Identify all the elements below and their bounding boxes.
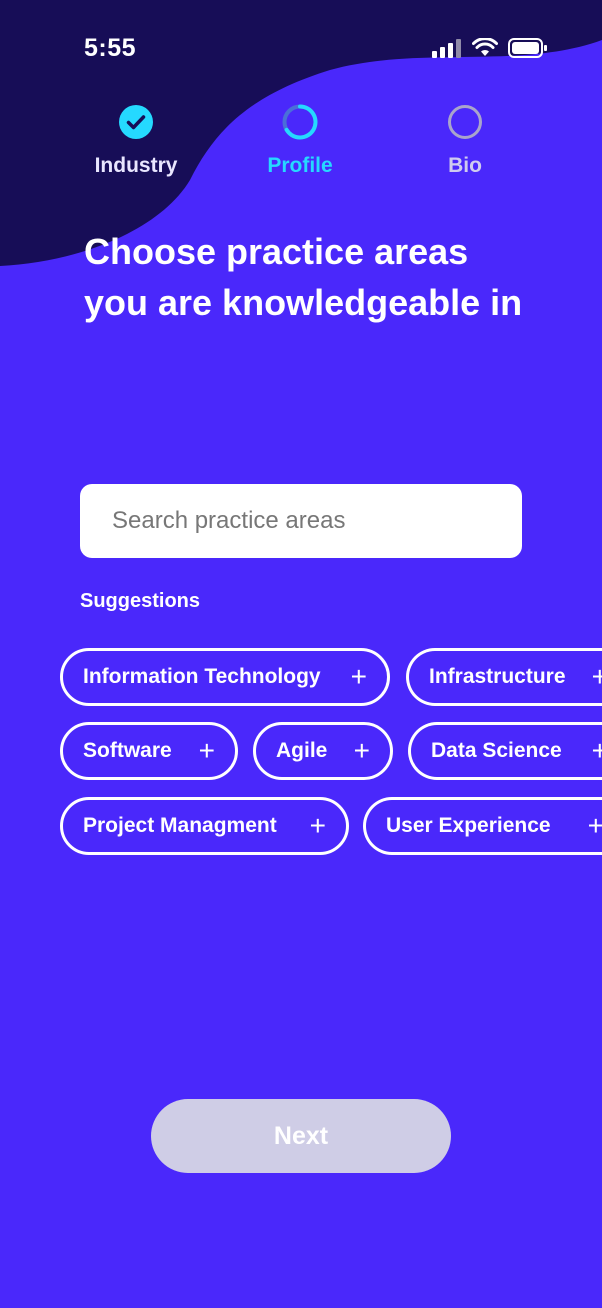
chip-label: Project Managment [83, 814, 277, 837]
plus-icon: + [591, 661, 602, 692]
suggestions-label: Suggestions [80, 590, 201, 612]
next-button[interactable]: Next [151, 1099, 451, 1173]
wifi-icon [472, 38, 498, 56]
step-industry[interactable]: Industry [76, 104, 196, 178]
progress-ring-icon [282, 104, 318, 140]
chip-data-science[interactable]: Data Science + [408, 722, 602, 780]
step-label: Bio [448, 154, 482, 177]
chip-label: Data Science [431, 739, 562, 762]
empty-circle-icon [447, 104, 483, 140]
chip-project-managment[interactable]: Project Managment + [60, 797, 349, 855]
step-label: Profile [267, 154, 333, 177]
signal-icon [432, 39, 461, 58]
page-title: Choose practice areas you are knowledgea… [84, 231, 523, 323]
status-time: 5:55 [84, 34, 137, 62]
step-label: Industry [94, 154, 178, 177]
chip-agile[interactable]: Agile + [253, 722, 393, 780]
chip-label: Software [83, 739, 172, 762]
plus-icon: + [309, 810, 326, 841]
search-input[interactable] [110, 506, 522, 536]
plus-icon: + [350, 661, 367, 692]
chip-infrastructure[interactable]: Infrastructure + [406, 648, 602, 706]
chip-information-technology[interactable]: Information Technology + [60, 648, 390, 706]
plus-icon: + [587, 810, 602, 841]
chip-label: User Experience [386, 814, 551, 837]
chip-label: Information Technology [83, 665, 321, 688]
check-circle-icon [118, 104, 154, 140]
chip-label: Agile [276, 739, 328, 762]
step-profile[interactable]: Profile [240, 104, 360, 178]
chip-software[interactable]: Software + [60, 722, 238, 780]
chip-label: Infrastructure [429, 665, 566, 688]
plus-icon: + [353, 735, 370, 766]
chip-user-experience[interactable]: User Experience + [363, 797, 602, 855]
battery-icon [508, 38, 547, 58]
status-icons [432, 37, 548, 59]
search-field[interactable] [80, 484, 522, 558]
plus-icon: + [198, 735, 215, 766]
step-bio[interactable]: Bio [405, 104, 525, 178]
plus-icon: + [591, 735, 602, 766]
